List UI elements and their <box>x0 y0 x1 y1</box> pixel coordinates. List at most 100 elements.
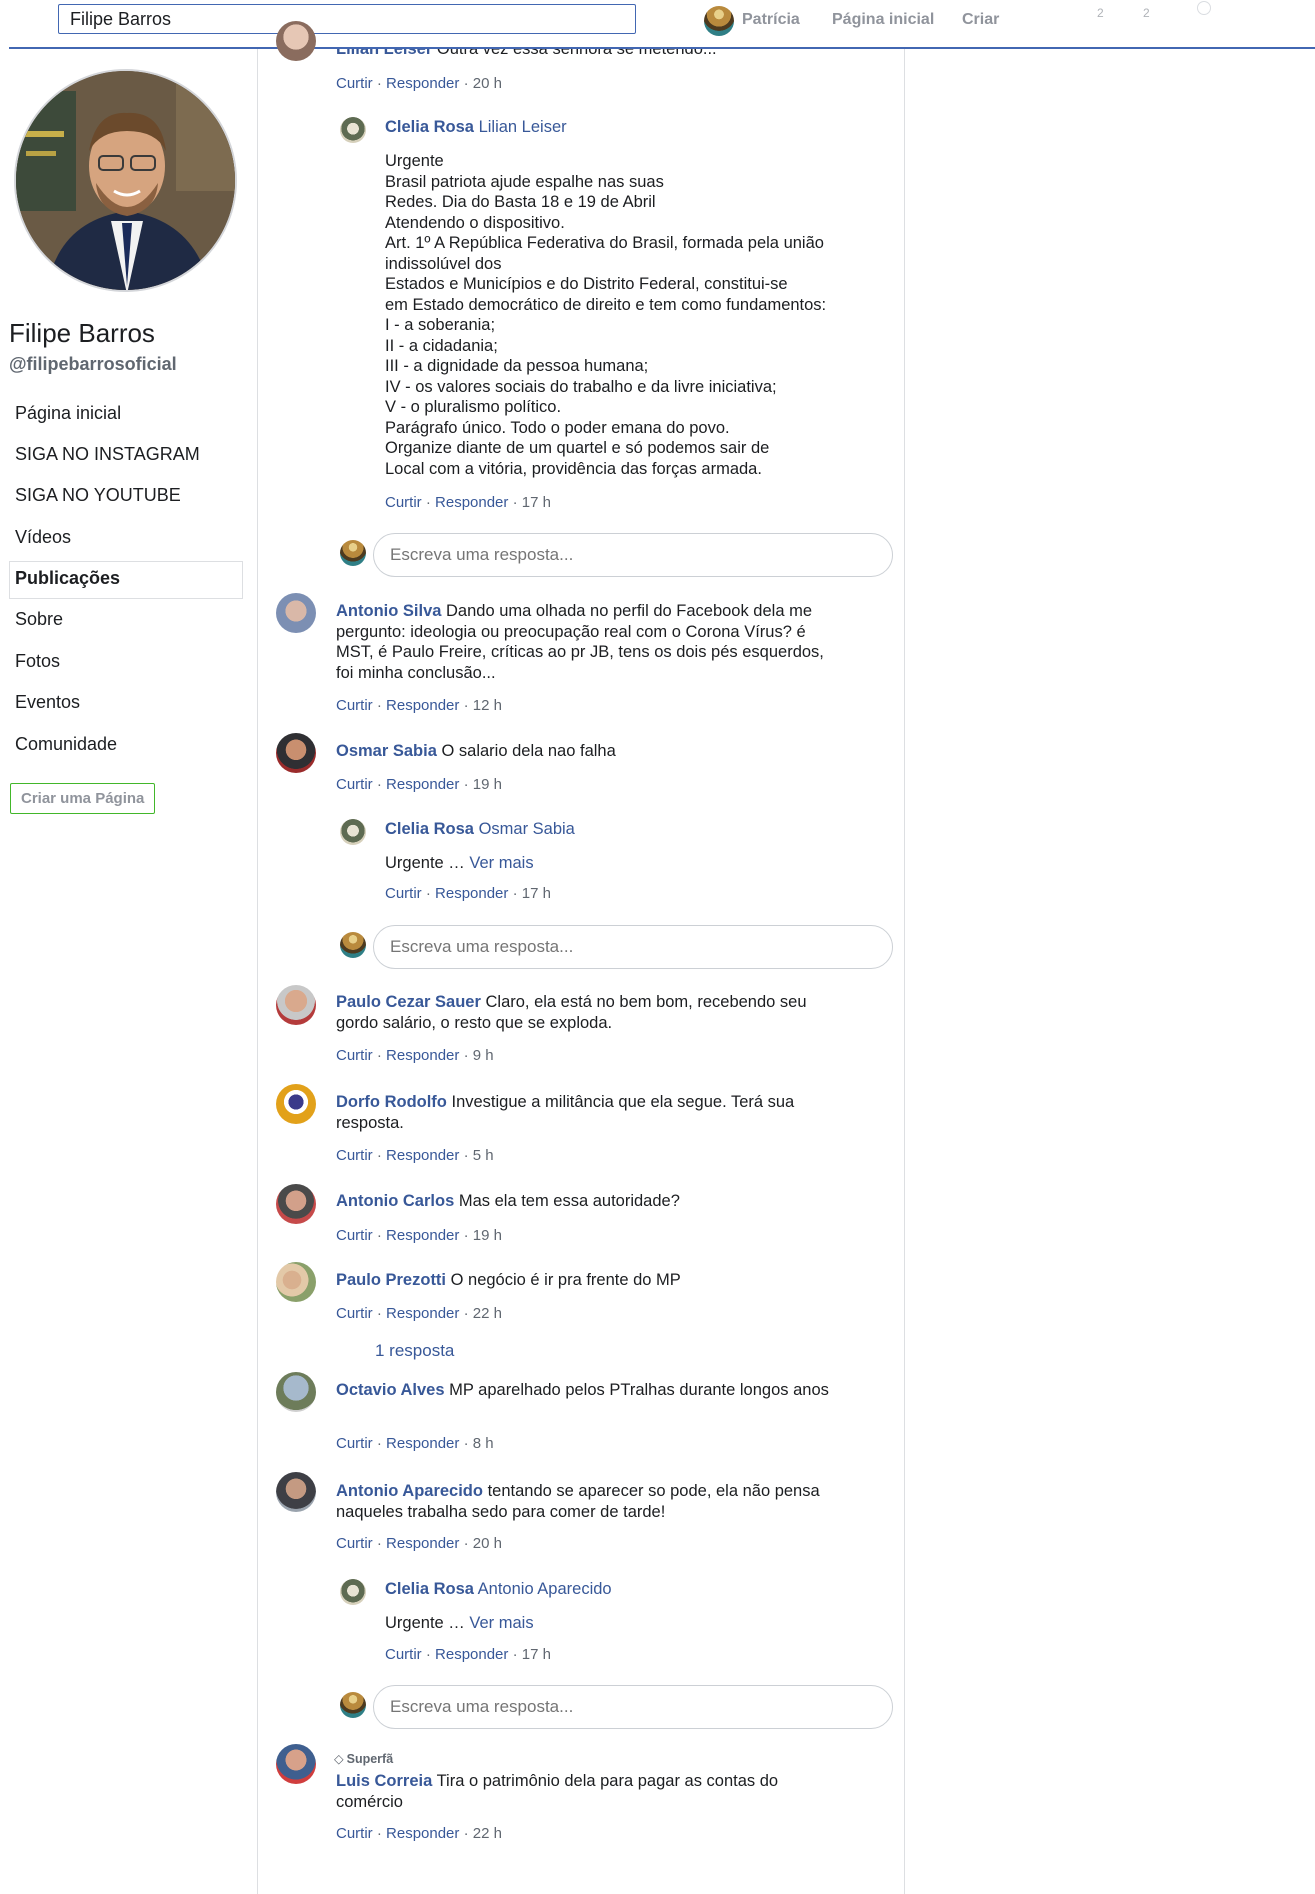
mention-link[interactable]: Antonio Aparecido <box>478 1580 612 1598</box>
comment-actions: Curtir · Responder · 9 h <box>336 1047 494 1064</box>
like-link[interactable]: Curtir <box>336 1147 373 1164</box>
reply-link[interactable]: Responder <box>435 1646 508 1663</box>
like-link[interactable]: Curtir <box>336 1047 373 1064</box>
reply-input[interactable] <box>373 533 893 577</box>
comment-avatar[interactable] <box>276 733 316 773</box>
user-avatar[interactable] <box>704 6 734 36</box>
reply-link[interactable]: Responder <box>386 1535 459 1552</box>
reply-link[interactable]: Responder <box>386 1305 459 1322</box>
text-line: Art. 1º A República Federativa do Brasil… <box>385 234 824 273</box>
see-more-link[interactable]: Ver mais <box>469 854 533 872</box>
reply-avatar[interactable] <box>340 819 366 845</box>
comment-avatar[interactable] <box>276 1372 316 1412</box>
nav-item-videos[interactable]: Vídeos <box>9 520 243 558</box>
page-profile-photo[interactable] <box>14 69 237 292</box>
reply-header: Clelia Rosa Osmar Sabia <box>385 819 855 840</box>
reply-text-block: Urgente Brasil patriota ajude espalhe na… <box>385 151 855 479</box>
comment-avatar[interactable] <box>276 1472 316 1512</box>
like-link[interactable]: Curtir <box>336 697 373 714</box>
messages-count[interactable]: 2 <box>1143 6 1150 20</box>
nav-item-home[interactable]: Página inicial <box>9 396 243 434</box>
comment-author[interactable]: Antonio Silva <box>336 602 441 620</box>
nav-item-about[interactable]: Sobre <box>9 602 243 640</box>
comment-author[interactable]: Clelia Rosa <box>385 1580 474 1598</box>
reply-input[interactable] <box>373 1685 893 1729</box>
comment-avatar[interactable] <box>276 1262 316 1302</box>
comment-author[interactable]: Clelia Rosa <box>385 820 474 838</box>
comment-avatar[interactable] <box>276 1184 316 1224</box>
nav-item-community[interactable]: Comunidade <box>9 727 243 765</box>
profile-link[interactable]: Patrícia <box>742 11 800 29</box>
comment-body: Antonio Carlos Mas ela tem essa autorida… <box>336 1191 836 1212</box>
text-line: V - o pluralismo político. <box>385 398 562 416</box>
comment-time: 17 h <box>521 1646 551 1663</box>
page-handle[interactable]: @filipebarrosoficial <box>9 354 177 375</box>
comment-body: Luis Correia Tira o patrimônio dela para… <box>336 1771 836 1812</box>
reply-link[interactable]: Responder <box>435 494 508 511</box>
reply-avatar[interactable] <box>340 117 366 143</box>
comment-time: 12 h <box>472 697 502 714</box>
reply-link[interactable]: Responder <box>386 75 459 92</box>
create-page-button[interactable]: Criar uma Página <box>10 783 156 814</box>
comment-author[interactable]: Antonio Aparecido <box>336 1482 483 1500</box>
text-line: em Estado democrático de direito e tem c… <box>385 295 827 314</box>
comment-avatar[interactable] <box>276 1744 316 1784</box>
comment-author[interactable]: Dorfo Rodolfo <box>336 1093 447 1111</box>
reply-link[interactable]: Responder <box>386 1435 459 1452</box>
page-title[interactable]: Filipe Barros <box>9 318 155 349</box>
notifications-icon[interactable] <box>1197 1 1211 15</box>
reply-link[interactable]: Responder <box>435 885 508 902</box>
current-user-avatar <box>340 1692 366 1718</box>
view-replies-link[interactable]: 1 resposta <box>375 1341 454 1361</box>
text-line: Estados e Municípios e do Distrito Feder… <box>385 275 788 293</box>
reply-link[interactable]: Responder <box>386 697 459 714</box>
reply-link[interactable]: Responder <box>386 1825 459 1842</box>
text-line: Organize diante de um quartel e só podem… <box>385 439 770 457</box>
nav-item-youtube[interactable]: SIGA NO YOUTUBE <box>9 478 243 516</box>
top-navigation-bar: Patrícia Página inicial Criar 2 2 <box>0 0 1315 49</box>
reply-link[interactable]: Responder <box>386 1227 459 1244</box>
nav-item-instagram[interactable]: SIGA NO INSTAGRAM <box>9 437 243 475</box>
like-link[interactable]: Curtir <box>336 75 373 92</box>
like-link[interactable]: Curtir <box>336 776 373 793</box>
reply-link[interactable]: Responder <box>386 1147 459 1164</box>
like-link[interactable]: Curtir <box>385 1646 422 1663</box>
comment-avatar[interactable] <box>276 1084 316 1124</box>
comment-body: Paulo Prezotti O negócio é ir pra frente… <box>336 1270 836 1291</box>
comment-time: 17 h <box>521 494 551 511</box>
superfan-badge[interactable]: ◇ Superfã <box>334 1751 393 1766</box>
comment-author[interactable]: Luis Correia <box>336 1772 432 1790</box>
reply-input[interactable] <box>373 925 893 969</box>
reply-text: Urgente … Ver mais <box>385 1614 534 1632</box>
comment-author[interactable]: Paulo Prezotti <box>336 1271 446 1289</box>
friend-requests-count[interactable]: 2 <box>1097 6 1104 20</box>
like-link[interactable]: Curtir <box>336 1227 373 1244</box>
comment-avatar[interactable] <box>276 985 316 1025</box>
create-link[interactable]: Criar <box>962 11 999 29</box>
like-link[interactable]: Curtir <box>385 494 422 511</box>
comment-avatar[interactable] <box>276 21 316 61</box>
reply-link[interactable]: Responder <box>386 776 459 793</box>
comment-author[interactable]: Osmar Sabia <box>336 742 437 760</box>
comment-author[interactable]: Clelia Rosa <box>385 118 474 136</box>
home-link[interactable]: Página inicial <box>832 11 934 29</box>
mention-link[interactable]: Lilian Leiser <box>479 118 567 136</box>
comment-author[interactable]: Paulo Cezar Sauer <box>336 993 481 1011</box>
search-input[interactable] <box>58 4 636 34</box>
like-link[interactable]: Curtir <box>336 1535 373 1552</box>
reply-link[interactable]: Responder <box>386 1047 459 1064</box>
current-user-avatar <box>340 932 366 958</box>
like-link[interactable]: Curtir <box>336 1825 373 1842</box>
comment-avatar[interactable] <box>276 593 316 633</box>
see-more-link[interactable]: Ver mais <box>469 1614 533 1632</box>
mention-link[interactable]: Osmar Sabia <box>479 820 575 838</box>
reply-avatar[interactable] <box>340 1579 366 1605</box>
nav-item-posts[interactable]: Publicações <box>9 561 243 599</box>
like-link[interactable]: Curtir <box>336 1305 373 1322</box>
nav-item-photos[interactable]: Fotos <box>9 644 243 682</box>
like-link[interactable]: Curtir <box>336 1435 373 1452</box>
comment-author[interactable]: Octavio Alves <box>336 1381 445 1399</box>
nav-item-events[interactable]: Eventos <box>9 685 243 723</box>
like-link[interactable]: Curtir <box>385 885 422 902</box>
comment-author[interactable]: Antonio Carlos <box>336 1192 454 1210</box>
